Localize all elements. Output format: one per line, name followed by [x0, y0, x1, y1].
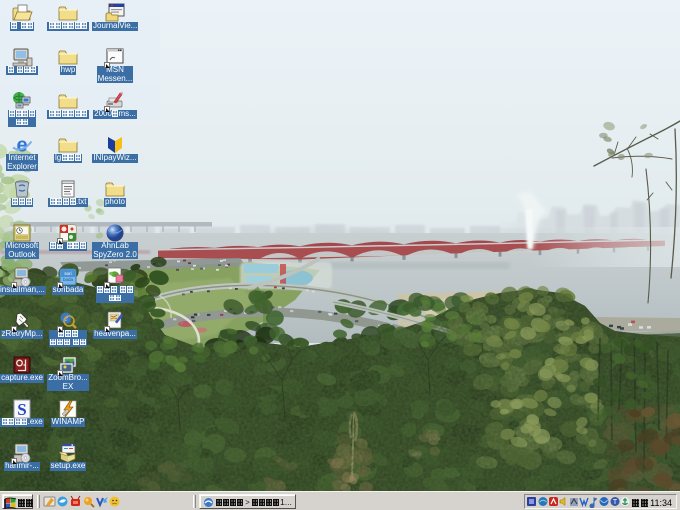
svg-text:S: S	[17, 400, 26, 419]
svg-text:sori: sori	[64, 271, 71, 276]
svg-text:e: e	[16, 135, 27, 157]
svg-text:bada: bada	[63, 277, 74, 282]
svg-text:T: T	[613, 499, 618, 506]
